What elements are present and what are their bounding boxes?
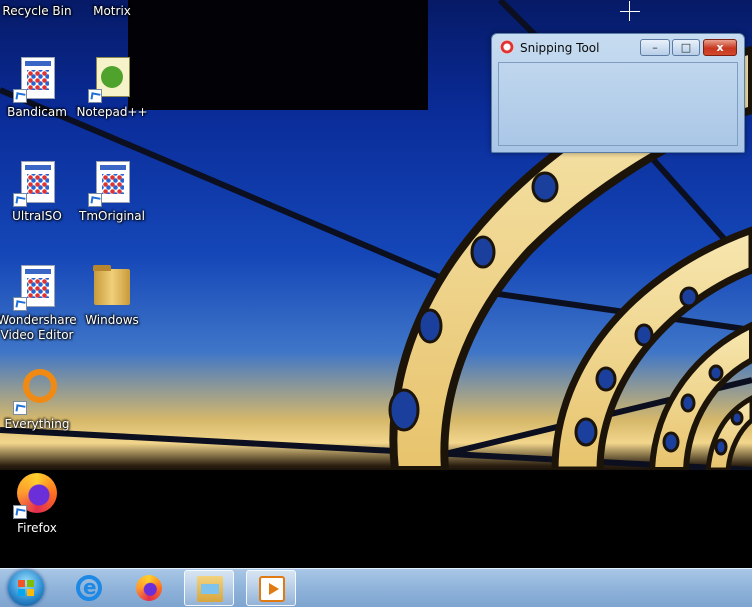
window-titlebar[interactable]: Snipping Tool – □ x [492,34,744,62]
window-body [498,62,738,146]
icon-label: Everything [4,417,70,431]
shortcut-arrow-icon [13,89,27,103]
tmoriginal-icon [88,159,136,207]
media-player-icon [259,576,285,602]
desktop-icon-wondershare-video-editor[interactable]: Wondershare Video Editor [0,263,77,343]
maximize-button[interactable]: □ [672,39,700,56]
close-button[interactable]: x [703,39,737,56]
firefox-icon [136,575,162,601]
desktop-icon-ultraiso[interactable]: UltraISO [0,159,77,224]
close-icon: x [716,41,724,54]
window-title: Snipping Tool [520,41,600,55]
shortcut-arrow-icon [13,505,27,519]
shortcut-arrow-icon [88,89,102,103]
icon-label: Motrix [93,4,131,18]
bandicam-icon [13,55,61,103]
icon-label: Recycle Bin [2,4,72,18]
icon-label: UltraISO [12,209,62,223]
desktop: Recycle Bin Motrix Bandicam Notepad++ Ul… [0,0,752,568]
file-explorer-icon [197,576,223,602]
notepad-plus-plus-icon [88,55,136,103]
snipping-tool-icon [500,40,514,54]
taskbar-item-media-player[interactable] [246,570,296,606]
wondershare-icon [13,263,61,311]
desktop-icon-bandicam[interactable]: Bandicam [0,55,77,120]
icon-label: TmOriginal [79,209,145,223]
start-button[interactable] [8,570,44,606]
icon-label: Wondershare Video Editor [0,313,77,342]
taskbar-item-internet-explorer[interactable] [64,570,114,606]
minimize-icon: – [652,41,658,54]
desktop-icon-tmoriginal[interactable]: TmOriginal [72,159,152,224]
icon-label: Firefox [17,521,57,535]
desktop-icon-recycle-bin[interactable]: Recycle Bin [0,2,77,19]
shortcut-arrow-icon [13,193,27,207]
crosshair-cursor-icon [620,1,640,21]
ultraiso-icon [13,159,61,207]
taskbar [0,568,752,607]
icon-label: Notepad++ [76,105,148,119]
desktop-icon-everything[interactable]: Everything [0,367,77,432]
everything-icon [13,367,61,415]
internet-explorer-icon [76,575,102,601]
snipping-tool-window[interactable]: Snipping Tool – □ x [491,33,745,153]
firefox-icon [13,471,61,519]
desktop-icon-firefox[interactable]: Firefox [0,471,77,536]
minimize-button[interactable]: – [640,39,670,56]
icon-label: Bandicam [7,105,67,119]
desktop-icon-windows-folder[interactable]: Windows [72,263,152,328]
wallpaper-shadow [0,470,752,568]
maximize-icon: □ [680,41,692,54]
taskbar-item-firefox[interactable] [124,570,174,606]
shortcut-arrow-icon [13,297,27,311]
desktop-icon-notepad-plus-plus[interactable]: Notepad++ [72,55,152,120]
folder-icon [88,263,136,311]
taskbar-item-file-explorer[interactable] [184,570,234,606]
icon-label: Windows [85,313,139,327]
desktop-icon-motrix[interactable]: Motrix [72,2,152,19]
dark-overlay [128,0,428,110]
shortcut-arrow-icon [13,401,27,415]
shortcut-arrow-icon [88,193,102,207]
